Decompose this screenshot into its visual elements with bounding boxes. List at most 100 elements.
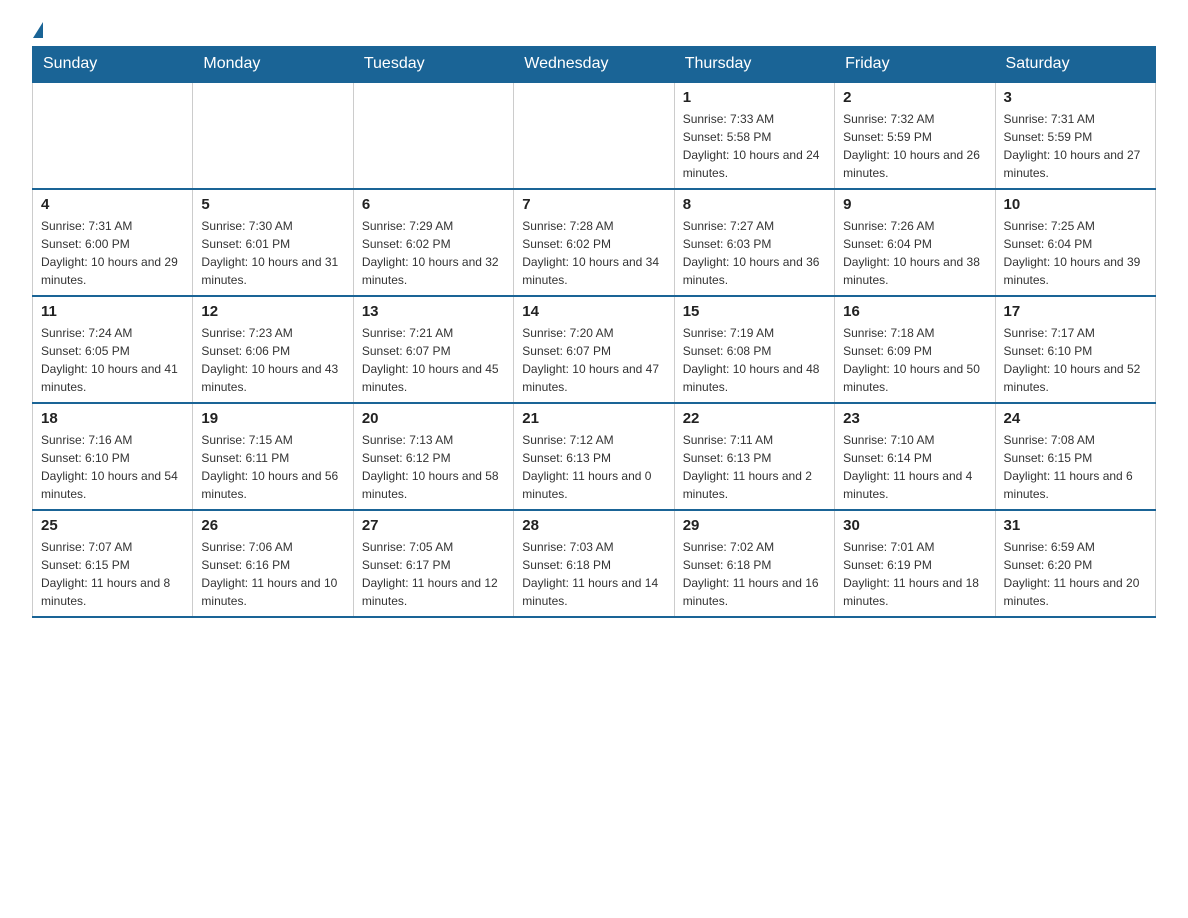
- day-number: 31: [1004, 517, 1147, 534]
- day-number: 19: [201, 410, 344, 427]
- column-header-monday: Monday: [193, 47, 353, 83]
- day-info: Sunrise: 7:33 AM Sunset: 5:58 PM Dayligh…: [683, 110, 826, 182]
- calendar-cell: 11 Sunrise: 7:24 AM Sunset: 6:05 PM Dayli…: [33, 296, 193, 403]
- column-header-friday: Friday: [835, 47, 995, 83]
- day-number: 10: [1004, 196, 1147, 213]
- day-number: 14: [522, 303, 665, 320]
- day-info: Sunrise: 7:26 AM Sunset: 6:04 PM Dayligh…: [843, 217, 986, 289]
- calendar-cell: 8 Sunrise: 7:27 AM Sunset: 6:03 PM Daylig…: [674, 189, 834, 296]
- day-number: 6: [362, 196, 505, 213]
- day-number: 3: [1004, 89, 1147, 106]
- calendar-week-row: 11 Sunrise: 7:24 AM Sunset: 6:05 PM Dayli…: [33, 296, 1156, 403]
- day-info: Sunrise: 7:27 AM Sunset: 6:03 PM Dayligh…: [683, 217, 826, 289]
- page-header: [32, 24, 1156, 34]
- column-header-wednesday: Wednesday: [514, 47, 674, 83]
- calendar-cell: [514, 82, 674, 189]
- calendar-week-row: 18 Sunrise: 7:16 AM Sunset: 6:10 PM Dayli…: [33, 403, 1156, 510]
- day-info: Sunrise: 7:02 AM Sunset: 6:18 PM Dayligh…: [683, 538, 826, 610]
- column-header-thursday: Thursday: [674, 47, 834, 83]
- day-number: 8: [683, 196, 826, 213]
- calendar-cell: [353, 82, 513, 189]
- day-info: Sunrise: 7:21 AM Sunset: 6:07 PM Dayligh…: [362, 324, 505, 396]
- day-number: 24: [1004, 410, 1147, 427]
- day-number: 18: [41, 410, 184, 427]
- day-info: Sunrise: 7:17 AM Sunset: 6:10 PM Dayligh…: [1004, 324, 1147, 396]
- day-number: 28: [522, 517, 665, 534]
- day-info: Sunrise: 7:25 AM Sunset: 6:04 PM Dayligh…: [1004, 217, 1147, 289]
- calendar-cell: 22 Sunrise: 7:11 AM Sunset: 6:13 PM Dayli…: [674, 403, 834, 510]
- calendar-cell: 13 Sunrise: 7:21 AM Sunset: 6:07 PM Dayli…: [353, 296, 513, 403]
- day-info: Sunrise: 7:01 AM Sunset: 6:19 PM Dayligh…: [843, 538, 986, 610]
- calendar-cell: 25 Sunrise: 7:07 AM Sunset: 6:15 PM Dayli…: [33, 510, 193, 617]
- calendar-cell: 9Sunrise: 7:26 AM Sunset: 6:04 PM Daylig…: [835, 189, 995, 296]
- calendar-cell: 6 Sunrise: 7:29 AM Sunset: 6:02 PM Daylig…: [353, 189, 513, 296]
- calendar-cell: 15Sunrise: 7:19 AM Sunset: 6:08 PM Dayli…: [674, 296, 834, 403]
- day-info: Sunrise: 7:10 AM Sunset: 6:14 PM Dayligh…: [843, 431, 986, 503]
- calendar-week-row: 25 Sunrise: 7:07 AM Sunset: 6:15 PM Dayli…: [33, 510, 1156, 617]
- calendar-cell: 31Sunrise: 6:59 AM Sunset: 6:20 PM Dayli…: [995, 510, 1155, 617]
- calendar-cell: 3 Sunrise: 7:31 AM Sunset: 5:59 PM Daylig…: [995, 82, 1155, 189]
- day-number: 2: [843, 89, 986, 106]
- calendar-cell: 26Sunrise: 7:06 AM Sunset: 6:16 PM Dayli…: [193, 510, 353, 617]
- column-header-tuesday: Tuesday: [353, 47, 513, 83]
- calendar-cell: 4 Sunrise: 7:31 AM Sunset: 6:00 PM Daylig…: [33, 189, 193, 296]
- day-info: Sunrise: 7:16 AM Sunset: 6:10 PM Dayligh…: [41, 431, 184, 503]
- day-info: Sunrise: 7:11 AM Sunset: 6:13 PM Dayligh…: [683, 431, 826, 503]
- calendar-cell: 27Sunrise: 7:05 AM Sunset: 6:17 PM Dayli…: [353, 510, 513, 617]
- day-info: Sunrise: 7:31 AM Sunset: 5:59 PM Dayligh…: [1004, 110, 1147, 182]
- calendar-cell: 24Sunrise: 7:08 AM Sunset: 6:15 PM Dayli…: [995, 403, 1155, 510]
- logo-triangle-icon: [33, 22, 43, 38]
- day-number: 16: [843, 303, 986, 320]
- calendar-cell: 28Sunrise: 7:03 AM Sunset: 6:18 PM Dayli…: [514, 510, 674, 617]
- calendar-cell: 14 Sunrise: 7:20 AM Sunset: 6:07 PM Dayli…: [514, 296, 674, 403]
- day-info: Sunrise: 7:32 AM Sunset: 5:59 PM Dayligh…: [843, 110, 986, 182]
- calendar-cell: 12 Sunrise: 7:23 AM Sunset: 6:06 PM Dayli…: [193, 296, 353, 403]
- day-info: Sunrise: 7:24 AM Sunset: 6:05 PM Dayligh…: [41, 324, 184, 396]
- calendar-cell: 5Sunrise: 7:30 AM Sunset: 6:01 PM Daylig…: [193, 189, 353, 296]
- day-number: 7: [522, 196, 665, 213]
- day-info: Sunrise: 7:07 AM Sunset: 6:15 PM Dayligh…: [41, 538, 184, 610]
- day-number: 25: [41, 517, 184, 534]
- day-number: 23: [843, 410, 986, 427]
- day-number: 1: [683, 89, 826, 106]
- day-number: 22: [683, 410, 826, 427]
- day-number: 30: [843, 517, 986, 534]
- day-info: Sunrise: 7:13 AM Sunset: 6:12 PM Dayligh…: [362, 431, 505, 503]
- day-number: 29: [683, 517, 826, 534]
- calendar-cell: 17 Sunrise: 7:17 AM Sunset: 6:10 PM Dayli…: [995, 296, 1155, 403]
- day-number: 27: [362, 517, 505, 534]
- calendar-cell: [193, 82, 353, 189]
- calendar-week-row: 4 Sunrise: 7:31 AM Sunset: 6:00 PM Daylig…: [33, 189, 1156, 296]
- day-number: 4: [41, 196, 184, 213]
- column-header-sunday: Sunday: [33, 47, 193, 83]
- day-info: Sunrise: 7:28 AM Sunset: 6:02 PM Dayligh…: [522, 217, 665, 289]
- calendar-cell: 18 Sunrise: 7:16 AM Sunset: 6:10 PM Dayli…: [33, 403, 193, 510]
- calendar-cell: 21Sunrise: 7:12 AM Sunset: 6:13 PM Dayli…: [514, 403, 674, 510]
- logo: [32, 24, 44, 34]
- column-header-saturday: Saturday: [995, 47, 1155, 83]
- day-info: Sunrise: 7:31 AM Sunset: 6:00 PM Dayligh…: [41, 217, 184, 289]
- calendar-cell: 2 Sunrise: 7:32 AM Sunset: 5:59 PM Daylig…: [835, 82, 995, 189]
- day-number: 13: [362, 303, 505, 320]
- calendar-cell: 20 Sunrise: 7:13 AM Sunset: 6:12 PM Dayli…: [353, 403, 513, 510]
- calendar-cell: [33, 82, 193, 189]
- day-info: Sunrise: 7:23 AM Sunset: 6:06 PM Dayligh…: [201, 324, 344, 396]
- day-info: Sunrise: 7:06 AM Sunset: 6:16 PM Dayligh…: [201, 538, 344, 610]
- day-number: 17: [1004, 303, 1147, 320]
- day-info: Sunrise: 7:18 AM Sunset: 6:09 PM Dayligh…: [843, 324, 986, 396]
- day-info: Sunrise: 7:29 AM Sunset: 6:02 PM Dayligh…: [362, 217, 505, 289]
- calendar-header-row: SundayMondayTuesdayWednesdayThursdayFrid…: [33, 47, 1156, 83]
- day-info: Sunrise: 7:20 AM Sunset: 6:07 PM Dayligh…: [522, 324, 665, 396]
- day-info: Sunrise: 7:30 AM Sunset: 6:01 PM Dayligh…: [201, 217, 344, 289]
- calendar-cell: 23 Sunrise: 7:10 AM Sunset: 6:14 PM Dayli…: [835, 403, 995, 510]
- day-number: 20: [362, 410, 505, 427]
- calendar-table: SundayMondayTuesdayWednesdayThursdayFrid…: [32, 46, 1156, 618]
- calendar-cell: 30 Sunrise: 7:01 AM Sunset: 6:19 PM Dayli…: [835, 510, 995, 617]
- day-info: Sunrise: 7:12 AM Sunset: 6:13 PM Dayligh…: [522, 431, 665, 503]
- calendar-cell: 10 Sunrise: 7:25 AM Sunset: 6:04 PM Dayli…: [995, 189, 1155, 296]
- calendar-week-row: 1 Sunrise: 7:33 AM Sunset: 5:58 PM Daylig…: [33, 82, 1156, 189]
- day-number: 12: [201, 303, 344, 320]
- calendar-cell: 19Sunrise: 7:15 AM Sunset: 6:11 PM Dayli…: [193, 403, 353, 510]
- calendar-cell: 16 Sunrise: 7:18 AM Sunset: 6:09 PM Dayli…: [835, 296, 995, 403]
- day-number: 11: [41, 303, 184, 320]
